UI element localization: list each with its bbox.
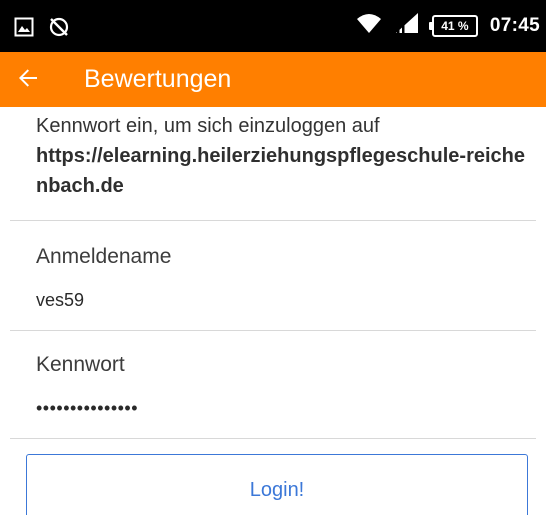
password-label: Kennwort (36, 353, 125, 376)
status-time: 07:45 (489, 14, 540, 36)
app-bar: Bewertungen (0, 52, 546, 107)
status-bar: 41 % 07:45 (0, 0, 546, 52)
arrow-back-icon (16, 66, 40, 95)
intro-text: Kennwort ein, um sich einzuloggen auf (36, 115, 380, 137)
image-icon (14, 17, 34, 42)
password-field[interactable]: ••••••••••••••• (36, 393, 516, 423)
divider (10, 438, 536, 439)
site-url: https://elearning.heilerziehungspflegesc… (36, 145, 525, 197)
login-button[interactable]: Login! (26, 454, 528, 515)
status-left-icons (14, 16, 70, 43)
wifi-icon (356, 12, 382, 39)
status-right-icons: 41 % 07:45 (356, 12, 540, 39)
login-content: Kennwort ein, um sich einzuloggen auf ht… (0, 107, 546, 515)
divider (10, 220, 536, 221)
login-intro: Kennwort ein, um sich einzuloggen auf ht… (36, 111, 536, 201)
signal-icon (394, 12, 420, 39)
battery-percent: 41 % (441, 18, 469, 33)
sync-disabled-icon (48, 16, 70, 43)
username-label: Anmeldename (36, 245, 172, 268)
username-field[interactable] (36, 285, 516, 315)
page-title: Bewertungen (84, 65, 232, 93)
divider (10, 330, 536, 331)
back-button[interactable] (10, 62, 46, 98)
battery-icon: 41 % (428, 14, 478, 37)
